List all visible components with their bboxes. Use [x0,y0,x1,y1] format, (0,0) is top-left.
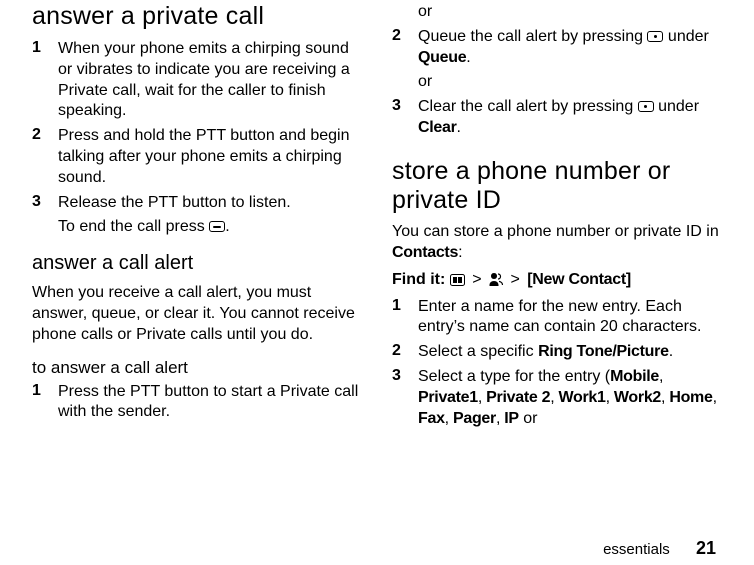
text: You can store a phone number or private … [392,223,719,240]
end-key-icon [209,221,225,232]
page-number: 21 [696,538,716,558]
step-number: 2 [32,126,58,188]
store-intro: You can store a phone number or private … [392,222,722,264]
step-text: Press and hold the PTT button and begin … [58,126,362,188]
step-text: Select a specific Ring Tone/Picture. [418,342,673,363]
right-column: or 2 Queue the call alert by pressing un… [392,2,722,433]
or-text: or [418,2,722,23]
find-it-line: Find it: > > [New Contact] [392,270,722,291]
text: . [457,119,461,136]
step-text: Enter a name for the new entry. Each ent… [418,297,722,339]
heading-answer-private-call: answer a private call [32,2,362,31]
or-text: or [418,72,722,93]
step-text: When your phone emits a chirping sound o… [58,39,362,122]
left-step-2: 2 Press and hold the PTT button and begi… [32,126,362,188]
call-alert-paragraph: When you receive a call alert, you must … [32,283,362,345]
page: answer a private call 1 When your phone … [0,0,754,565]
left-step-3: 3 Release the PTT button to listen. [32,193,362,214]
text: under [668,28,709,45]
right-store-step-1: 1 Enter a name for the new entry. Each e… [392,297,722,339]
heading-to-answer-call-alert: to answer a call alert [32,358,362,378]
step-number: 1 [32,39,58,122]
text: . [225,218,229,235]
end-call-line: To end the call press . [58,217,362,238]
right-step-3: 3 Clear the call alert by pressing under… [392,97,722,139]
left-step-1: 1 When your phone emits a chirping sound… [32,39,362,122]
step-number: 3 [392,367,418,429]
text: Select a type for the entry ( [418,368,610,385]
step-text: Select a type for the entry (Mobile, Pri… [418,367,722,429]
step-number: 3 [392,97,418,139]
softkey-icon [647,31,663,42]
step-text: Clear the call alert by pressing under C… [418,97,722,139]
text: : [458,244,462,261]
text: To end the call press [58,218,209,235]
heading-answer-call-alert: answer a call alert [32,252,362,275]
step-number: 2 [392,342,418,363]
text: . [669,343,673,360]
right-step-2: 2 Queue the call alert by pressing under… [392,27,722,69]
contacts-icon [489,272,503,287]
heading-store-number: store a phone number or private ID [392,157,722,215]
text: Clear the call alert by pressing [418,98,638,115]
right-store-step-3: 3 Select a type for the entry (Mobile, P… [392,367,722,429]
text: Queue the call alert by pressing [418,28,647,45]
text: Select a specific [418,343,538,360]
left-alert-step-1: 1 Press the PTT button to start a Privat… [32,382,362,424]
menu-key-icon [450,274,465,286]
step-number: 1 [32,382,58,424]
text: under [658,98,699,115]
chevron-icon: > [469,270,484,291]
queue-label: Queue [418,49,466,66]
softkey-icon [638,101,654,112]
step-text: Queue the call alert by pressing under Q… [418,27,722,69]
section-label: essentials [603,541,670,558]
left-column: answer a private call 1 When your phone … [32,2,362,433]
text: or [519,410,538,427]
right-store-step-2: 2 Select a specific Ring Tone/Picture. [392,342,722,363]
footer: essentials 21 [603,538,716,559]
contacts-label: Contacts [392,244,458,261]
columns: answer a private call 1 When your phone … [32,0,722,433]
ring-tone-label: Ring Tone/Picture [538,343,669,360]
step-number: 2 [392,27,418,69]
clear-label: Clear [418,119,457,136]
step-number: 1 [392,297,418,339]
new-contact-label: [New Contact] [527,271,631,288]
find-it-label: Find it: [392,271,445,288]
step-text: Press the PTT button to start a Private … [58,382,362,424]
step-text: Release the PTT button to listen. [58,193,291,214]
step-number: 3 [32,193,58,214]
text: . [466,49,470,66]
chevron-icon: > [507,270,522,291]
